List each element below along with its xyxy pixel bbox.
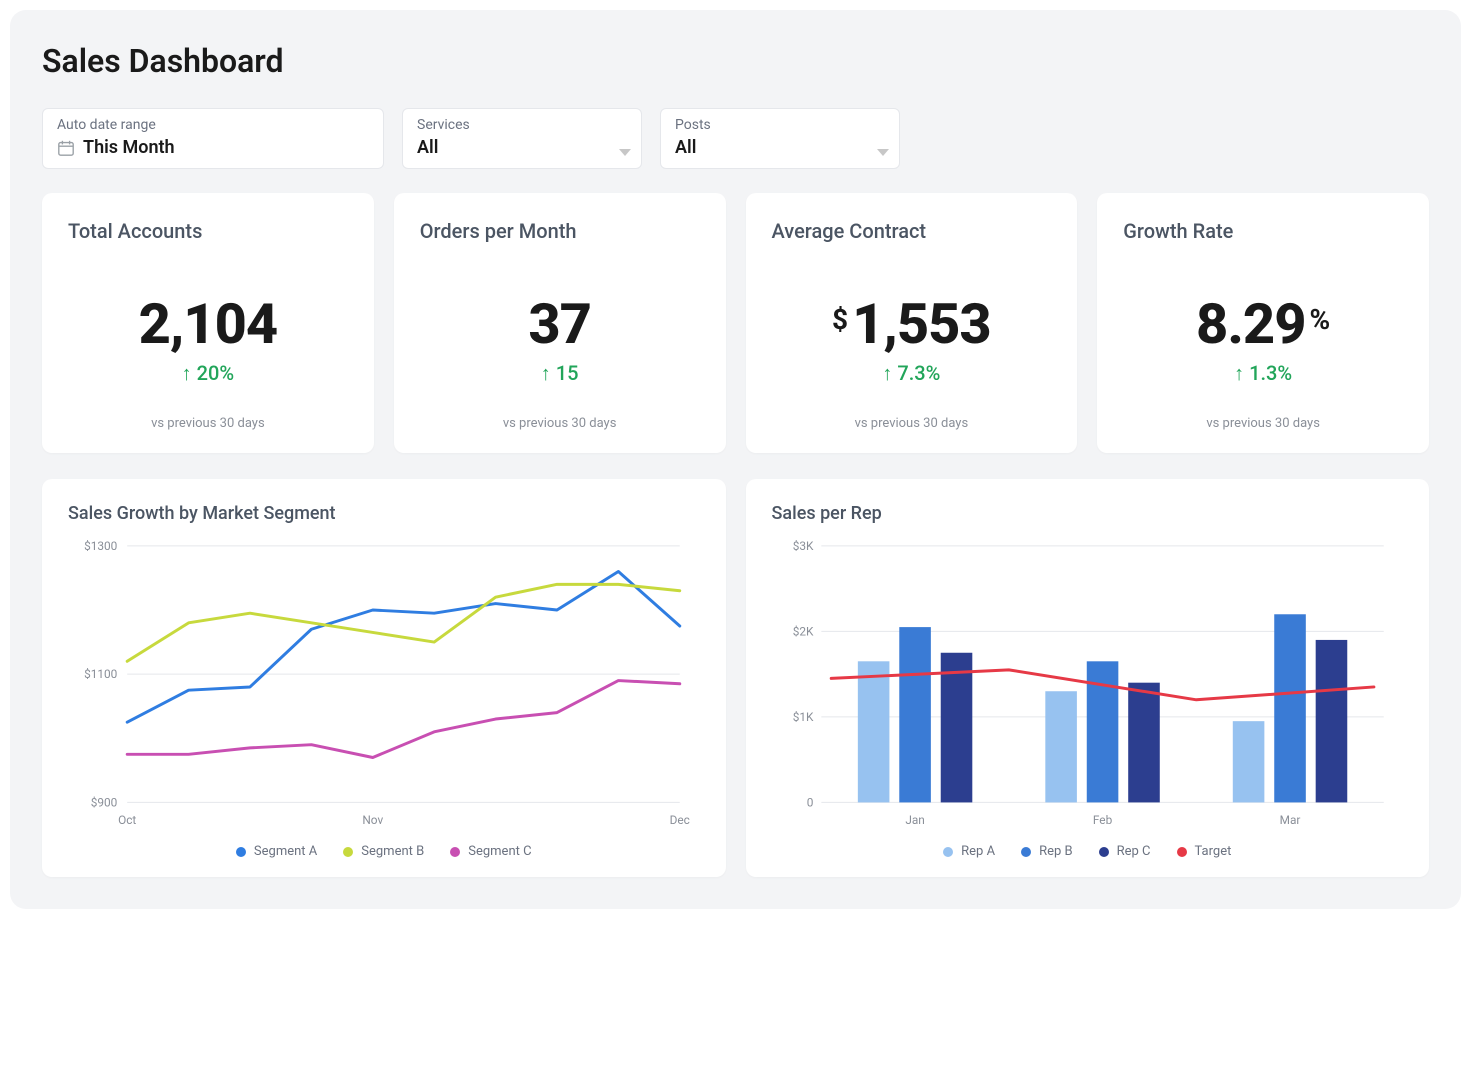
chart-legend: Segment A Segment B Segment C bbox=[68, 844, 700, 859]
legend-item: Segment A bbox=[236, 844, 317, 859]
chart-sales-per-rep: Sales per Rep $3K$2K$1K0JanFebMar Rep AR… bbox=[746, 479, 1430, 877]
kpi-title: Total Accounts bbox=[68, 219, 348, 243]
svg-text:Jan: Jan bbox=[905, 813, 925, 827]
chart-title: Sales per Rep bbox=[772, 503, 1404, 524]
kpi-value: 1,553 bbox=[852, 291, 991, 357]
bar-chart-svg: $3K $2K $1K 0 Jan Feb Mar bbox=[772, 534, 1404, 834]
kpi-orders-per-month: Orders per Month 37 ↑ 15 vs previous 30 … bbox=[394, 193, 726, 453]
kpi-subtext: vs previous 30 days bbox=[772, 416, 1052, 435]
svg-text:0: 0 bbox=[806, 795, 813, 809]
kpi-delta: ↑ 20% bbox=[68, 361, 348, 386]
calendar-icon bbox=[57, 139, 75, 157]
chevron-down-icon bbox=[877, 149, 889, 156]
services-filter[interactable]: Services All bbox=[402, 108, 642, 169]
date-range-label: Auto date range bbox=[57, 117, 369, 133]
kpi-prefix: $ bbox=[832, 303, 848, 336]
kpi-value: 8.29 bbox=[1196, 291, 1305, 357]
kpi-total-accounts: Total Accounts 2,104 ↑ 20% vs previous 3… bbox=[42, 193, 374, 453]
svg-text:Nov: Nov bbox=[362, 813, 383, 827]
legend-item: Rep C bbox=[1099, 844, 1151, 859]
svg-text:$1K: $1K bbox=[792, 710, 813, 724]
kpi-subtext: vs previous 30 days bbox=[68, 416, 348, 435]
kpi-value: 37 bbox=[528, 291, 591, 357]
chart-title: Sales Growth by Market Segment bbox=[68, 503, 700, 524]
filters-row: Auto date range This Month Services All … bbox=[42, 108, 1429, 169]
posts-label: Posts bbox=[675, 117, 885, 133]
charts-row: Sales Growth by Market Segment $1300 $110… bbox=[42, 479, 1429, 877]
posts-filter[interactable]: Posts All bbox=[660, 108, 900, 169]
legend-item: Segment C bbox=[450, 844, 531, 859]
sales-dashboard: Sales Dashboard Auto date range This Mon… bbox=[10, 10, 1461, 909]
services-value: All bbox=[417, 137, 627, 158]
svg-text:$2K: $2K bbox=[792, 624, 813, 638]
svg-text:$900: $900 bbox=[91, 795, 118, 809]
kpi-delta: ↑ 1.3% bbox=[1123, 361, 1403, 386]
kpi-delta: ↑ 15 bbox=[420, 361, 700, 386]
svg-text:Dec: Dec bbox=[670, 813, 690, 827]
date-range-filter[interactable]: Auto date range This Month bbox=[42, 108, 384, 169]
kpi-suffix: % bbox=[1310, 303, 1331, 336]
legend-item: Segment B bbox=[343, 844, 424, 859]
svg-text:$3K: $3K bbox=[792, 539, 813, 553]
svg-text:Feb: Feb bbox=[1092, 813, 1112, 827]
kpi-value: 2,104 bbox=[139, 291, 278, 357]
line-chart-svg: $1300 $1100 $900Oct Nov Dec bbox=[68, 534, 700, 834]
date-range-value: This Month bbox=[83, 137, 175, 158]
posts-value: All bbox=[675, 137, 885, 158]
legend-item: Rep B bbox=[1021, 844, 1073, 859]
kpi-subtext: vs previous 30 days bbox=[1123, 416, 1403, 435]
svg-text:$1300: $1300 bbox=[84, 539, 117, 553]
legend-item: Rep A bbox=[943, 844, 995, 859]
legend-item: Target bbox=[1177, 844, 1232, 859]
kpi-row: Total Accounts 2,104 ↑ 20% vs previous 3… bbox=[42, 193, 1429, 453]
kpi-delta: ↑ 7.3% bbox=[772, 361, 1052, 386]
services-label: Services bbox=[417, 117, 627, 133]
kpi-title: Orders per Month bbox=[420, 219, 700, 243]
chevron-down-icon bbox=[619, 149, 631, 156]
chart-sales-growth-by-segment: Sales Growth by Market Segment $1300 $110… bbox=[42, 479, 726, 877]
kpi-title: Growth Rate bbox=[1123, 219, 1403, 243]
kpi-title: Average Contract bbox=[772, 219, 1052, 243]
kpi-subtext: vs previous 30 days bbox=[420, 416, 700, 435]
kpi-growth-rate: Growth Rate 8.29 % ↑ 1.3% vs previous 30… bbox=[1097, 193, 1429, 453]
page-title: Sales Dashboard bbox=[42, 42, 1429, 80]
kpi-average-contract: Average Contract $ 1,553 ↑ 7.3% vs previ… bbox=[746, 193, 1078, 453]
chart-legend: Rep A Rep B Rep C Target bbox=[772, 844, 1404, 859]
svg-text:Mar: Mar bbox=[1279, 813, 1300, 827]
svg-text:$1100: $1100 bbox=[84, 667, 117, 681]
svg-text:Oct: Oct bbox=[118, 813, 136, 827]
